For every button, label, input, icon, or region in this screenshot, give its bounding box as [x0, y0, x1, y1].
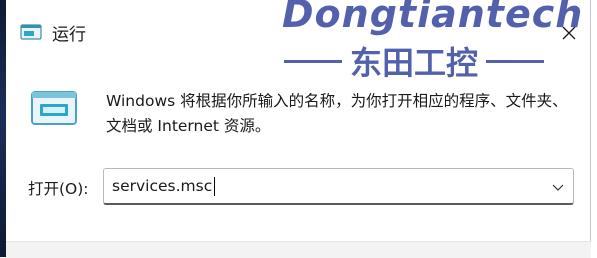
text-caret — [214, 177, 215, 196]
watermark-chinese: 东田工控 — [276, 38, 552, 84]
watermark-rule-left — [284, 59, 342, 63]
chevron-down-icon[interactable] — [550, 179, 566, 193]
open-label: 打开(O): — [28, 180, 89, 198]
button-bar — [6, 241, 591, 258]
watermark-rule-right — [486, 59, 545, 63]
window-title: 运行 — [52, 25, 86, 45]
open-combobox[interactable] — [103, 168, 574, 205]
watermark-brand: Dongtiantech — [282, 0, 584, 36]
open-input[interactable] — [112, 169, 532, 203]
run-app-icon — [20, 24, 42, 40]
run-dialog: 运行 Dongtiantech 东田工控 Windows 将根据你所输入的名称，… — [6, 0, 591, 258]
watermark-chinese-text: 东田工控 — [350, 44, 479, 82]
description-text: Windows 将根据你所输入的名称，为你打开相应的程序、文件夹、文档或 Int… — [106, 92, 568, 135]
run-dialog-icon — [26, 88, 82, 130]
